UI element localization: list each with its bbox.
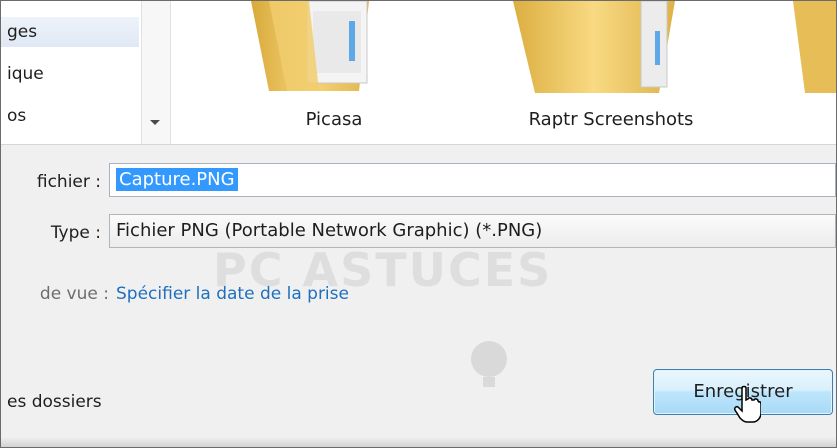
dialog-bottom-edge: [1, 437, 836, 447]
nav-item-music[interactable]: ique: [7, 59, 44, 89]
nav-item-images[interactable]: ges: [1, 17, 139, 47]
hand-cursor-icon: [734, 385, 761, 423]
watermark-logo: [471, 341, 507, 387]
save-dialog: ges ique os Picasa Raptr Screenshots fic…: [0, 0, 837, 448]
folder-partial[interactable]: [789, 1, 836, 105]
folder-label: Raptr Screenshots: [528, 109, 694, 130]
file-type-value: Fichier PNG (Portable Network Graphic) (…: [116, 220, 543, 241]
folder-raptr-screenshots[interactable]: Raptr Screenshots: [509, 1, 713, 130]
type-label: Type :: [50, 223, 101, 243]
viewpoint-label: de vue :: [39, 284, 109, 304]
folder-picasa[interactable]: Picasa: [229, 1, 439, 130]
save-options-panel: fichier : Capture.PNG Type : Fichier PNG…: [1, 144, 836, 447]
folder-label: Picasa: [305, 109, 363, 130]
scroll-down-arrow-icon[interactable]: [150, 120, 160, 125]
nav-pane-scrollbar[interactable]: [141, 1, 171, 144]
nav-item-videos[interactable]: os: [7, 101, 26, 131]
navigation-pane: ges ique os: [1, 1, 141, 144]
filename-input[interactable]: Capture.PNG: [109, 163, 836, 197]
folder-icon: [513, 1, 675, 93]
hide-folders-toggle[interactable]: es dossiers: [7, 392, 102, 412]
folder-icon: [251, 1, 369, 91]
folder-icon: [793, 1, 836, 93]
filename-label: fichier :: [36, 172, 101, 192]
filename-value: Capture.PNG: [116, 168, 238, 191]
file-browser: ges ique os Picasa Raptr Screenshots: [1, 1, 836, 144]
watermark-text: PC ASTUCES: [213, 243, 553, 297]
